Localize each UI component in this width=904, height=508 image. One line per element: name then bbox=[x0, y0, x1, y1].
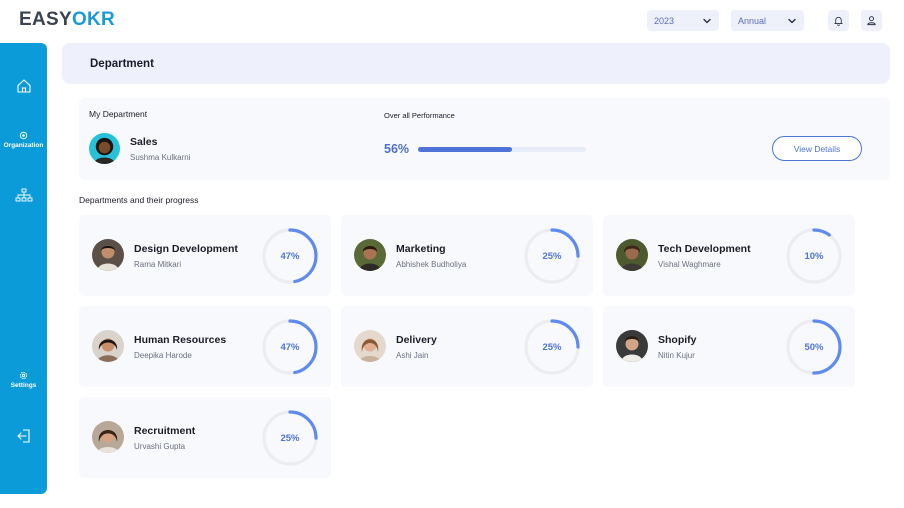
progress-value: 47% bbox=[280, 341, 300, 353]
user-icon bbox=[867, 16, 876, 26]
department-person: Urvashi Gupta bbox=[134, 442, 186, 451]
view-details-button[interactable]: View Details bbox=[772, 136, 862, 161]
sidebar-item-hierarchy[interactable] bbox=[0, 188, 47, 202]
year-select[interactable]: 2023 bbox=[647, 10, 719, 31]
chevron-down-icon bbox=[788, 18, 796, 23]
logo-prefix: EASY bbox=[19, 9, 72, 30]
avatar bbox=[92, 330, 124, 362]
profile-button[interactable] bbox=[861, 10, 882, 31]
avatar bbox=[354, 330, 386, 362]
department-card[interactable]: Human Resources Deepika Harode 47% bbox=[79, 306, 331, 387]
department-name: Shopify bbox=[658, 334, 697, 346]
logo-accent: OKR bbox=[71, 9, 116, 30]
department-person: Vishal Waghmare bbox=[658, 260, 721, 269]
avatar bbox=[354, 239, 386, 271]
home-icon bbox=[16, 79, 31, 93]
sidebar-item-settings[interactable]: Settings bbox=[0, 371, 47, 389]
department-person: Rama Mitkari bbox=[134, 260, 182, 269]
department-name: Design Development bbox=[134, 243, 238, 255]
settings-icon bbox=[19, 371, 28, 380]
progress-value: 25% bbox=[542, 250, 562, 262]
logout-icon bbox=[16, 429, 30, 443]
progress-value: 10% bbox=[804, 250, 824, 262]
top-controls: 2023 Annual bbox=[647, 10, 882, 31]
sidebar-item-logout[interactable] bbox=[0, 428, 47, 444]
department-name: Human Resources bbox=[134, 334, 227, 346]
my-department-label: My Department bbox=[89, 109, 148, 119]
hierarchy-icon bbox=[15, 188, 32, 202]
my-department-card: My Department Sales Sushma Kulkarni Over… bbox=[79, 98, 890, 180]
overall-performance-fill bbox=[418, 147, 513, 152]
chevron-down-icon bbox=[703, 18, 711, 23]
avatar bbox=[616, 330, 648, 362]
period-select[interactable]: Annual bbox=[731, 10, 804, 31]
page-header: Department bbox=[62, 43, 890, 84]
my-department-name: Sales bbox=[130, 136, 158, 148]
department-name: Marketing bbox=[396, 243, 446, 255]
app-logo[interactable]: EASYOKR bbox=[19, 9, 115, 31]
overall-performance-value: 56% bbox=[384, 142, 410, 156]
department-card[interactable]: Shopify Nitin Kujur 50% bbox=[603, 306, 855, 387]
view-details-label: View Details bbox=[793, 143, 841, 154]
notifications-button[interactable] bbox=[828, 10, 849, 31]
bell-icon bbox=[834, 16, 843, 26]
department-name: Delivery bbox=[396, 334, 437, 346]
department-name: Recruitment bbox=[134, 425, 196, 437]
avatar bbox=[92, 239, 124, 271]
department-card[interactable]: Marketing Abhishek Budholiya 25% bbox=[341, 215, 593, 296]
sidebar-item-label: Organization bbox=[3, 142, 44, 149]
organization-icon bbox=[19, 131, 28, 140]
overall-performance-label: Over all Performance bbox=[384, 111, 455, 120]
year-select-value: 2023 bbox=[654, 15, 675, 26]
department-name: Tech Development bbox=[658, 243, 751, 255]
sidebar: Organization Settings bbox=[0, 43, 47, 494]
sidebar-item-organization[interactable]: Organization bbox=[0, 131, 47, 149]
progress-value: 47% bbox=[280, 250, 300, 262]
department-card[interactable]: Tech Development Vishal Waghmare 10% bbox=[603, 215, 855, 296]
period-select-value: Annual bbox=[738, 15, 767, 26]
avatar bbox=[89, 133, 120, 164]
sidebar-item-home[interactable] bbox=[0, 78, 47, 94]
department-person: Ashi Jain bbox=[396, 351, 429, 360]
overall-performance-bar bbox=[418, 147, 586, 152]
progress-value: 50% bbox=[804, 341, 824, 353]
departments-section-title: Departments and their progress bbox=[79, 195, 199, 205]
sidebar-item-label: Settings bbox=[10, 382, 37, 389]
department-card[interactable]: Recruitment Urvashi Gupta 25% bbox=[79, 397, 331, 478]
progress-value: 25% bbox=[280, 432, 300, 444]
progress-value: 25% bbox=[542, 341, 562, 353]
department-person: Nitin Kujur bbox=[658, 351, 695, 360]
department-card[interactable]: Delivery Ashi Jain 25% bbox=[341, 306, 593, 387]
department-person: Deepika Harode bbox=[134, 351, 192, 360]
department-card[interactable]: Design Development Rama Mitkari 47% bbox=[79, 215, 331, 296]
avatar bbox=[92, 421, 124, 453]
page-title: Department bbox=[90, 57, 154, 70]
avatar bbox=[616, 239, 648, 271]
department-person: Abhishek Budholiya bbox=[396, 260, 467, 269]
my-department-person: Sushma Kulkarni bbox=[130, 153, 191, 162]
